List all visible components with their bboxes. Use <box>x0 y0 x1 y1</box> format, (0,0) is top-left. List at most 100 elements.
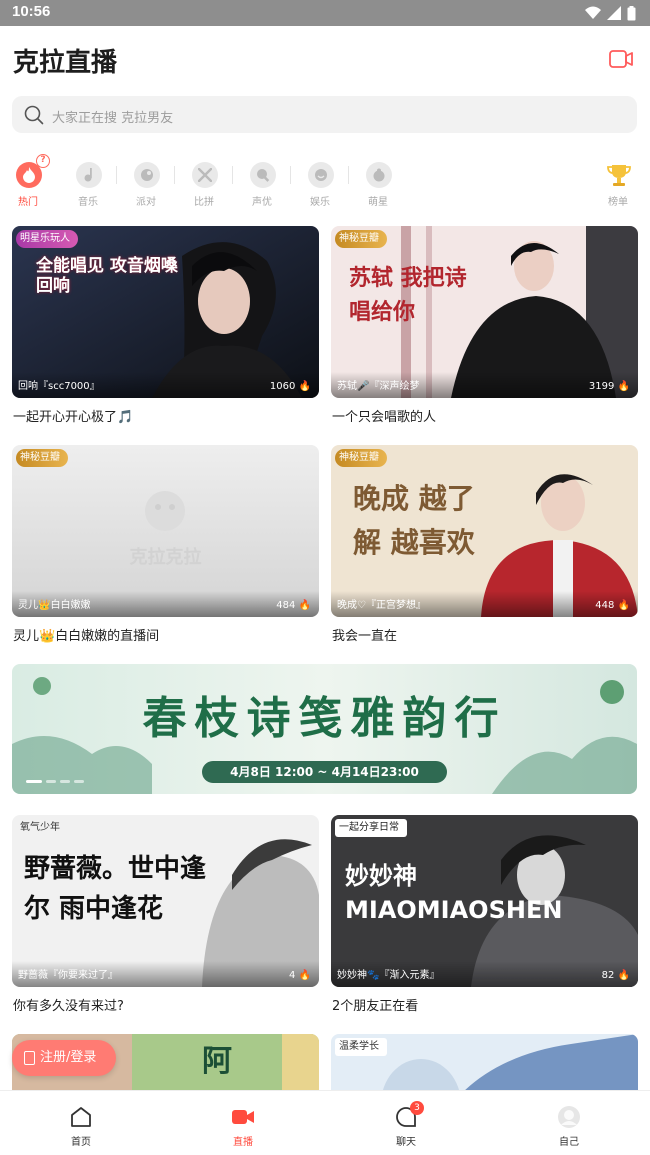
live-card[interactable]: 温柔学长 <box>331 1034 638 1090</box>
host-name: 晚成♡『正宫梦想』 <box>337 600 426 611</box>
cover-text: 阿 <box>202 1044 232 1079</box>
live-card[interactable]: 一起分享日常 妙妙神 MIAOMIAOSHEN 妙妙神🐾『渐入元素』 82 🔥 … <box>331 815 638 1015</box>
video-camera-icon[interactable] <box>609 48 633 70</box>
register-login-button[interactable]: 注册/登录 <box>12 1040 116 1076</box>
live-tag: 温柔学长 <box>335 1038 387 1056</box>
status-bar: 10:56 <box>0 0 650 26</box>
pk-icon <box>192 162 218 188</box>
viewer-count: 82 🔥 <box>602 970 630 981</box>
flame-icon: 🔥 <box>617 600 630 611</box>
tab-label: 萌星 <box>368 197 388 208</box>
battery-icon <box>627 5 636 20</box>
live-title: 灵儿👑白白嫩嫩的直播间 <box>13 629 160 644</box>
cover-text: 妙妙神 MIAOMIAOSHEN <box>345 862 563 924</box>
party-icon <box>134 162 160 188</box>
live-tag: 氧气少年 <box>20 822 60 833</box>
tab-divider <box>232 166 233 184</box>
nav-label: 自己 <box>559 1137 579 1148</box>
flame-icon: 🔥 <box>617 381 630 392</box>
voice-actor-icon <box>250 162 276 188</box>
tab-pk[interactable]: 比拼 <box>176 152 233 208</box>
viewer-count-value: 1060 <box>269 381 296 392</box>
tab-label: 比拼 <box>194 197 214 208</box>
tab-label: 娱乐 <box>310 197 330 208</box>
cover-text: 全能唱见 攻音烟嗓 回响 <box>36 256 178 296</box>
live-title: 一个只会唱歌的人 <box>332 410 437 425</box>
carousel-dot <box>60 780 70 783</box>
tab-hot[interactable]: ? 热门 <box>0 152 56 208</box>
tab-label: 声优 <box>252 197 272 208</box>
tab-label: 榜单 <box>608 197 628 208</box>
search-bar[interactable]: 大家正在搜 克拉男友 <box>12 96 637 133</box>
live-tag: 神秘豆瓣 <box>335 449 387 467</box>
viewer-count: 3199 🔥 <box>589 381 630 392</box>
viewer-count: 448 🔥 <box>595 600 630 611</box>
cover-text: 苏轼 我把诗唱给你 <box>349 266 467 325</box>
system-icons <box>585 5 636 21</box>
nav-live[interactable]: 直播 <box>203 1091 283 1155</box>
carousel-dots <box>26 780 84 783</box>
search-placeholder: 大家正在搜 克拉男友 <box>52 111 174 126</box>
viewer-count: 484 🔥 <box>276 600 311 611</box>
tab-label: 派对 <box>136 197 156 208</box>
carousel-dot <box>46 780 56 783</box>
signal-icon <box>607 6 621 20</box>
tab-label: 音乐 <box>78 197 98 208</box>
carousel-dot <box>26 780 42 783</box>
cover-text: 克拉克拉 <box>129 547 202 568</box>
live-title: 我会一直在 <box>332 629 398 644</box>
tab-cute-star[interactable]: 萌星 <box>350 152 406 208</box>
viewer-count-value: 3199 <box>588 381 615 392</box>
flame-icon: 🔥 <box>617 970 630 981</box>
host-name: 苏轼🎤『深声绘梦 <box>337 381 420 392</box>
live-cover: 温柔学长 <box>331 1034 638 1090</box>
banner-date: 4月8日 12:00 ~ 4月14日23:00 <box>202 761 447 783</box>
home-icon <box>71 1107 91 1127</box>
live-card[interactable]: 氧气少年 野蔷薇。世中逢尔 雨中逢花 野蔷薇『你要来过了』 4 🔥 你有多久没有… <box>12 815 319 1015</box>
avatar-icon <box>558 1106 580 1128</box>
tab-party[interactable]: 派对 <box>118 152 175 208</box>
nav-label: 首页 <box>71 1137 91 1148</box>
tab-divider <box>290 166 291 184</box>
cover-text: 野蔷薇。世中逢尔 雨中逢花 <box>24 854 207 924</box>
flame-icon: 🔥 <box>298 381 311 392</box>
wifi-icon <box>585 6 601 19</box>
tab-voice[interactable]: 声优 <box>234 152 291 208</box>
banner-title: 春枝诗笺雅韵行 <box>142 693 507 744</box>
live-card[interactable]: 神秘豆瓣 晚成 越了解 越喜欢 晚成♡『正宫梦想』 448 🔥 我会一直在 <box>331 445 638 645</box>
viewer-count-value: 484 <box>276 600 296 611</box>
category-tabs: ? 热门 音乐 派对 比拼 声优 娱乐 萌星 榜单 <box>0 152 650 208</box>
live-cover: 氧气少年 野蔷薇。世中逢尔 雨中逢花 野蔷薇『你要来过了』 4 🔥 <box>12 815 319 987</box>
event-banner[interactable]: 春枝诗笺雅韵行 4月8日 12:00 ~ 4月14日23:00 <box>12 664 637 794</box>
nav-label: 直播 <box>233 1137 253 1148</box>
status-time: 10:56 <box>12 3 51 20</box>
live-card[interactable]: 神秘豆瓣 苏轼 我把诗唱给你 苏轼🎤『深声绘梦 3199 🔥 一个只会唱歌的人 <box>331 226 638 426</box>
viewer-count: 4 🔥 <box>289 970 311 981</box>
live-card[interactable]: 明星乐玩人 全能唱见 攻音烟嗓 回响 回响『scc7000』 1060 🔥 一起… <box>12 226 319 426</box>
live-title: 一起开心开心极了🎵 <box>13 410 134 425</box>
live-cover: 一起分享日常 妙妙神 MIAOMIAOSHEN 妙妙神🐾『渐入元素』 82 🔥 <box>331 815 638 987</box>
live-card[interactable]: 神秘豆瓣 克拉克拉 灵儿👑白白嫩嫩 484 🔥 灵儿👑白白嫩嫩的直播间 <box>12 445 319 645</box>
carousel-dot <box>74 780 84 783</box>
login-label: 注册/登录 <box>40 1050 97 1065</box>
page-title: 克拉直播 <box>13 48 118 78</box>
tab-ranking[interactable]: 榜单 <box>590 152 646 208</box>
tab-label: 热门 <box>18 197 38 208</box>
nav-me[interactable]: 自己 <box>529 1091 609 1155</box>
nav-chat[interactable]: 3 聊天 <box>366 1091 446 1155</box>
tab-divider <box>116 166 117 184</box>
nav-home[interactable]: 首页 <box>41 1091 121 1155</box>
live-camera-icon <box>232 1110 254 1124</box>
trophy-icon <box>606 162 632 188</box>
tab-music[interactable]: 音乐 <box>60 152 117 208</box>
search-icon <box>24 105 44 125</box>
viewer-count-value: 4 <box>288 970 296 981</box>
tab-entertainment[interactable]: 娱乐 <box>292 152 349 208</box>
phone-icon <box>24 1051 35 1065</box>
flame-icon: 🔥 <box>298 970 311 981</box>
live-tag: 明星乐玩人 <box>16 230 78 248</box>
nav-label: 聊天 <box>396 1137 416 1148</box>
tab-divider <box>348 166 349 184</box>
live-title: 你有多久没有来过? <box>13 999 124 1014</box>
help-badge: ? <box>36 154 50 168</box>
